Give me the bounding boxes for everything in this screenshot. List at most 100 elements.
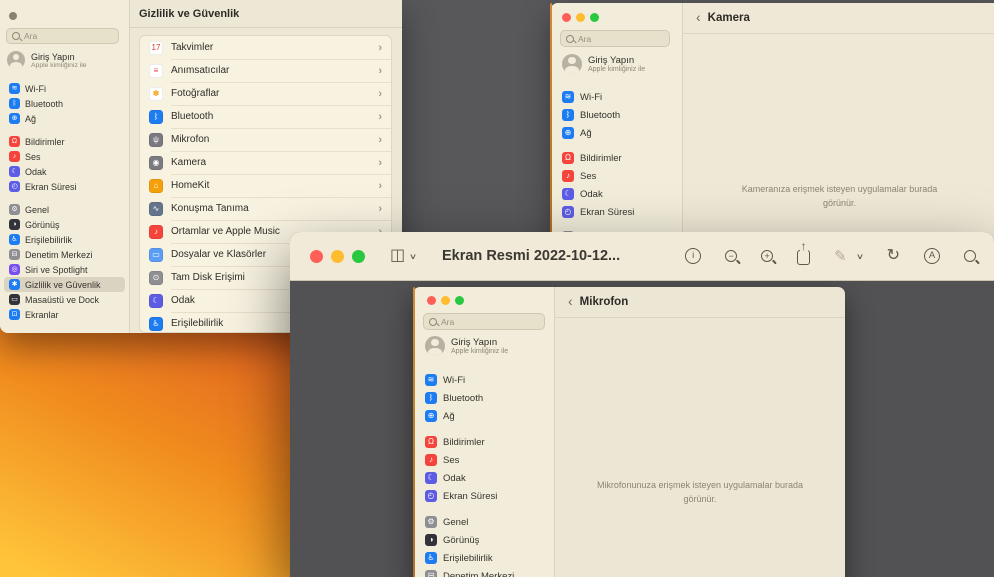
row-icon: ◉ xyxy=(149,156,163,170)
search-input[interactable] xyxy=(578,34,664,44)
privacy-row[interactable]: ψ Mikrofon › xyxy=(140,128,391,151)
search-field[interactable] xyxy=(560,30,670,47)
traffic-light-button[interactable] xyxy=(352,250,365,263)
sidebar-item-icon: ⚙ xyxy=(9,204,20,215)
sidebar-item[interactable]: ◴ Ekran Süresi xyxy=(4,179,125,194)
sidebar-item[interactable]: ☾ Odak xyxy=(4,164,125,179)
desktop-wallpaper xyxy=(0,300,300,577)
sidebar-item[interactable]: ᛒ Bluetooth xyxy=(557,106,677,124)
sidebar-item[interactable]: Ω Bildirimler xyxy=(557,149,677,167)
traffic-light-button[interactable] xyxy=(310,250,323,263)
sidebar-item-icon: ☾ xyxy=(9,166,20,177)
sidebar-item-icon: ≋ xyxy=(425,374,437,386)
markup-button[interactable]: ✎ xyxy=(834,249,847,264)
sidebar-item-label: Ağ xyxy=(443,411,455,422)
sidebar-item-label: Ekran Süresi xyxy=(443,491,497,502)
share-button[interactable] xyxy=(797,250,810,265)
sidebar-item-icon: ◴ xyxy=(562,206,574,218)
traffic-light-button[interactable] xyxy=(576,13,585,22)
sidebar-item[interactable]: ⊕ Ağ xyxy=(557,124,677,142)
row-label: Bluetooth xyxy=(171,111,370,122)
sidebar-item-label: Wi-Fi xyxy=(443,375,465,386)
icon-glyph: ♿ xyxy=(11,236,17,243)
sidebar-item-icon: ⊕ xyxy=(425,410,437,422)
info-button[interactable]: i xyxy=(685,248,701,264)
icon-glyph: ♿ xyxy=(427,554,434,562)
annotate-button[interactable]: A xyxy=(924,248,940,264)
sidebar-item[interactable]: ◑ Görünüş xyxy=(4,217,125,232)
sidebar-item-icon: ⊟ xyxy=(425,570,437,577)
row-icon: ψ xyxy=(149,133,163,147)
sidebar-item-label: Ses xyxy=(25,152,41,162)
sidebar-item: ◑ Görünüş xyxy=(420,531,549,549)
sign-in-item[interactable]: Giriş Yapın Apple kimliğiniz ile xyxy=(562,54,645,74)
sidebar-item[interactable]: ♪ Ses xyxy=(557,167,677,185)
search-button[interactable] xyxy=(964,250,976,262)
zoom-in-button[interactable]: + xyxy=(761,250,773,262)
sidebar-item-list: ≋ Wi-Fi ᛒ Bluetooth ⊕ Ağ Ω Bildirimler xyxy=(4,81,125,322)
screenshot-image[interactable]: Ara Giriş Yapın Apple kimliğiniz ile ≋ W… xyxy=(413,287,845,577)
icon-glyph: ⊡ xyxy=(12,311,18,318)
sidebar-item[interactable]: ⊡ Ekranlar xyxy=(4,307,125,322)
toolbar-actions: i − + ✎ ∨ ↻ A xyxy=(685,247,976,265)
sidebar-item: ♪ Ses xyxy=(420,451,549,469)
sidebar-item[interactable]: ☾ Odak xyxy=(557,185,677,203)
chevron-right-icon: › xyxy=(378,180,382,192)
sidebar-item[interactable]: ◴ Ekran Süresi xyxy=(557,203,677,221)
traffic-light-button[interactable] xyxy=(590,13,599,22)
privacy-row[interactable]: ✽ Fotoğraflar › xyxy=(140,82,391,105)
window-control-icon[interactable] xyxy=(9,12,17,20)
back-button[interactable]: ‹ xyxy=(696,10,701,24)
search-input[interactable] xyxy=(24,31,113,41)
sidebar-toggle-button[interactable]: ◫ ∨ xyxy=(390,248,416,264)
sidebar-item[interactable]: Ω Bildirimler xyxy=(4,134,125,149)
sidebar-item[interactable]: ✱ Gizlilik ve Güvenlik xyxy=(4,277,125,292)
sidebar-item[interactable]: ▭ Masaüstü ve Dock xyxy=(4,292,125,307)
traffic-light-button[interactable] xyxy=(562,13,571,22)
row-icon: ⊙ xyxy=(149,271,163,285)
sidebar-item-label: Görünüş xyxy=(443,535,479,546)
rotate-button[interactable]: ↻ xyxy=(887,248,900,264)
sidebar-item[interactable]: ≋ Wi-Fi xyxy=(557,88,677,106)
row-label: Mikrofon xyxy=(171,134,370,145)
sidebar-item-label: Ağ xyxy=(25,114,36,124)
traffic-light-button[interactable] xyxy=(331,250,344,263)
sidebar-item-label: Siri ve Spotlight xyxy=(25,265,88,275)
icon-glyph: ⚙ xyxy=(427,518,434,526)
markup-chevron-icon[interactable]: ∨ xyxy=(856,252,864,261)
sidebar-item[interactable]: ◎ Siri ve Spotlight xyxy=(4,262,125,277)
privacy-row[interactable]: 17 Takvimler › xyxy=(140,36,391,59)
icon-glyph: ▭ xyxy=(152,251,160,259)
privacy-row[interactable]: ◉ Kamera › xyxy=(140,151,391,174)
zoom-in-icon: + xyxy=(765,252,770,261)
sidebar-item[interactable]: ♪ Ses xyxy=(4,149,125,164)
sidebar-item[interactable]: ♿ Erişilebilirlik xyxy=(4,232,125,247)
icon-glyph: ◑ xyxy=(12,221,16,228)
sidebar-item[interactable]: ⚙ Genel xyxy=(4,202,125,217)
search-field[interactable] xyxy=(6,28,119,44)
pane-title: Kamera xyxy=(708,12,750,24)
back-icon: ‹ xyxy=(568,294,573,308)
sidebar-item-label: Erişilebilirlik xyxy=(443,553,493,564)
icon-glyph: ⊕ xyxy=(565,129,572,137)
icon-glyph: ◉ xyxy=(153,159,160,167)
privacy-row[interactable]: ᛒ Bluetooth › xyxy=(140,105,391,128)
sidebar-item-icon: ◑ xyxy=(9,219,20,230)
icon-glyph: ⊕ xyxy=(12,115,18,122)
row-icon: 17 xyxy=(149,41,163,55)
sign-in-item[interactable]: Giriş Yapın Apple kimliğiniz ile xyxy=(7,51,87,69)
sidebar-item[interactable]: ᛒ Bluetooth xyxy=(4,96,125,111)
privacy-row[interactable]: ≡ Anımsatıcılar › xyxy=(140,59,391,82)
sidebar-item[interactable]: ⊟ Denetim Merkezi xyxy=(4,247,125,262)
settings-sidebar: Giriş Yapın Apple kimliğiniz ile ≋ Wi-Fi… xyxy=(0,0,130,333)
icon-glyph: ♪ xyxy=(13,153,17,160)
privacy-row[interactable]: ⌂ HomeKit › xyxy=(140,174,391,197)
sidebar-item[interactable]: ⊕ Ağ xyxy=(4,111,125,126)
zoom-out-button[interactable]: − xyxy=(725,250,737,262)
sidebar-item[interactable]: ≋ Wi-Fi xyxy=(4,81,125,96)
sidebar-item-label: Ekranlar xyxy=(25,310,59,320)
privacy-row[interactable]: ∿ Konuşma Tanıma › xyxy=(140,197,391,220)
sidebar-item-icon: ♿ xyxy=(425,552,437,564)
sidebar-item-label: Genel xyxy=(25,205,49,215)
sidebar-item-label: Ses xyxy=(580,171,596,182)
